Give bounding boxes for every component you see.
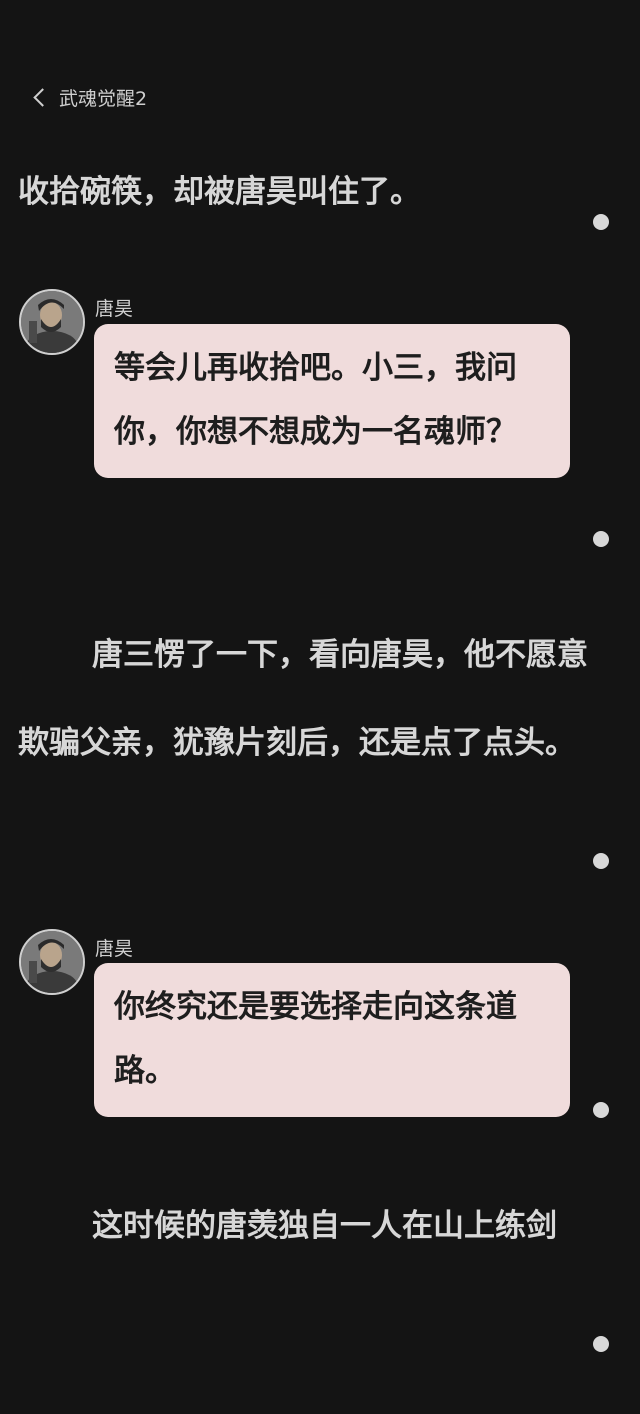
chapter-title: 武魂觉醒2 (59, 87, 148, 110)
back-button[interactable]: 武魂觉醒2 (30, 82, 147, 112)
paragraph-comment-dot[interactable] (593, 1336, 609, 1352)
avatar-image (21, 291, 83, 353)
dialogue-bubble: 你终究还是要选择走向这条道路。 (94, 963, 570, 1117)
narration-paragraph: 这时候的唐羡独自一人在山上练剑 (92, 1208, 557, 1244)
speaker-name: 唐昊 (95, 938, 134, 960)
paragraph-comment-dot[interactable] (593, 1102, 609, 1118)
paragraph-comment-dot[interactable] (593, 531, 609, 547)
narration-paragraph: 收拾碗筷，却被唐昊叫住了。 (18, 174, 421, 210)
narration-paragraph: 唐三愣了一下，看向唐昊，他不愿意欺骗父亲，犹豫片刻后，还是点了点头。 (18, 637, 588, 761)
avatar-image (21, 931, 83, 993)
paragraph-comment-dot[interactable] (593, 214, 609, 230)
avatar-tang-hao[interactable] (19, 289, 85, 355)
dialogue-bubble: 等会儿再收拾吧。小三，我问你，你想不想成为一名魂师？ (94, 324, 570, 478)
chevron-left-icon (33, 87, 52, 107)
speaker-name: 唐昊 (95, 298, 134, 320)
paragraph-comment-dot[interactable] (593, 853, 609, 869)
avatar-tang-hao[interactable] (19, 929, 85, 995)
